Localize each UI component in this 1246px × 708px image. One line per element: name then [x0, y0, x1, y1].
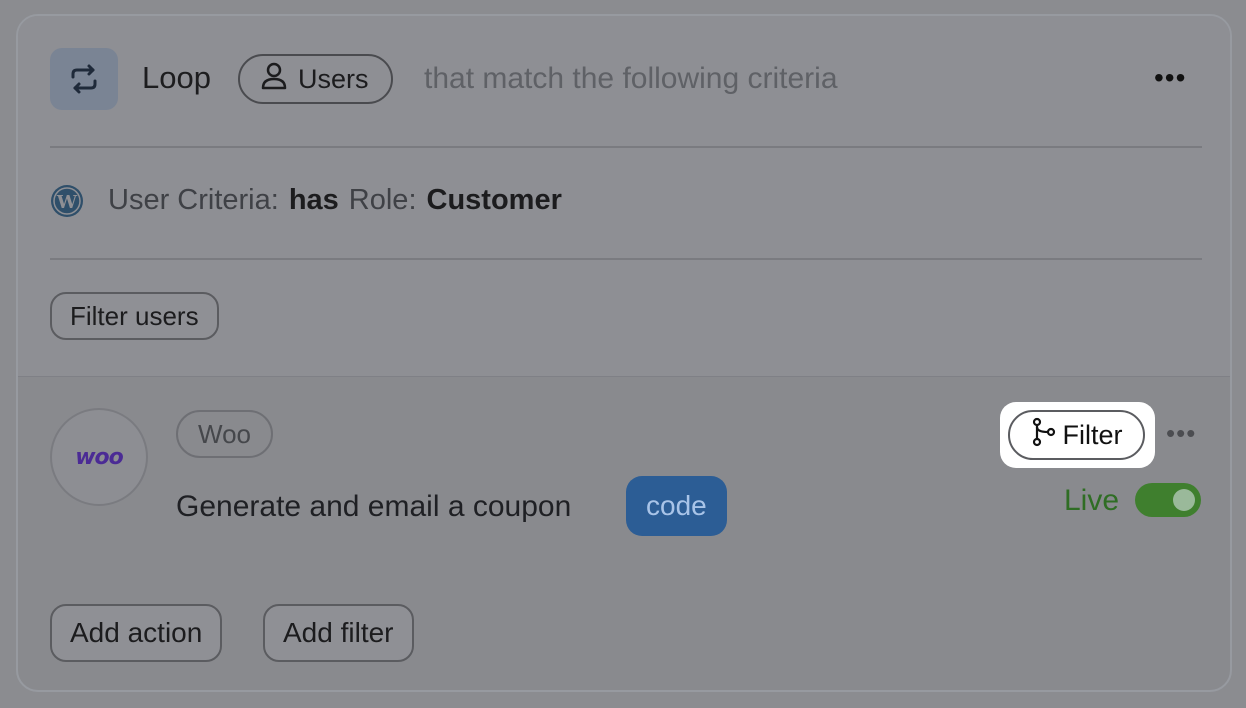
code-token-chip[interactable]: code	[626, 476, 727, 536]
user-icon	[260, 61, 288, 98]
divider	[50, 258, 1202, 260]
automation-card: Loop Users that match the following crit…	[16, 14, 1232, 692]
svg-text:W: W	[56, 192, 78, 213]
branch-filter-icon	[1031, 417, 1057, 454]
live-toggle[interactable]	[1135, 483, 1201, 517]
add-action-button[interactable]: Add action	[50, 604, 223, 662]
users-pill[interactable]: Users	[238, 54, 393, 104]
integration-pill[interactable]: Woo	[176, 410, 273, 458]
add-filter-button[interactable]: Add filter	[263, 604, 414, 662]
criteria-value: Customer	[426, 184, 562, 216]
action-description: Generate and email a coupon	[176, 490, 572, 523]
criteria-operator: has	[288, 184, 339, 216]
filter-button[interactable]: Filter	[1008, 410, 1145, 460]
live-status-label: Live	[1064, 484, 1120, 517]
loop-section: Loop Users that match the following crit…	[18, 16, 1230, 377]
criteria-prefix: User Criteria:	[108, 184, 279, 216]
user-criteria-line: User Criteria: has Role: Customer	[108, 184, 562, 217]
woo-logo: woo	[50, 408, 148, 506]
users-pill-label: Users	[298, 63, 369, 94]
divider	[50, 146, 1202, 148]
action-more-icon[interactable]: •••	[1166, 418, 1196, 449]
loop-criteria-text: that match the following criteria	[424, 62, 838, 95]
wordpress-icon: W	[50, 184, 84, 218]
toggle-knob	[1173, 489, 1195, 511]
filter-button-label: Filter	[1062, 419, 1123, 450]
loop-more-icon[interactable]: •••	[1154, 62, 1186, 94]
criteria-field: Role:	[348, 184, 417, 216]
filter-users-button[interactable]: Filter users	[50, 292, 219, 340]
loop-label: Loop	[142, 60, 211, 95]
loop-icon	[50, 48, 118, 110]
